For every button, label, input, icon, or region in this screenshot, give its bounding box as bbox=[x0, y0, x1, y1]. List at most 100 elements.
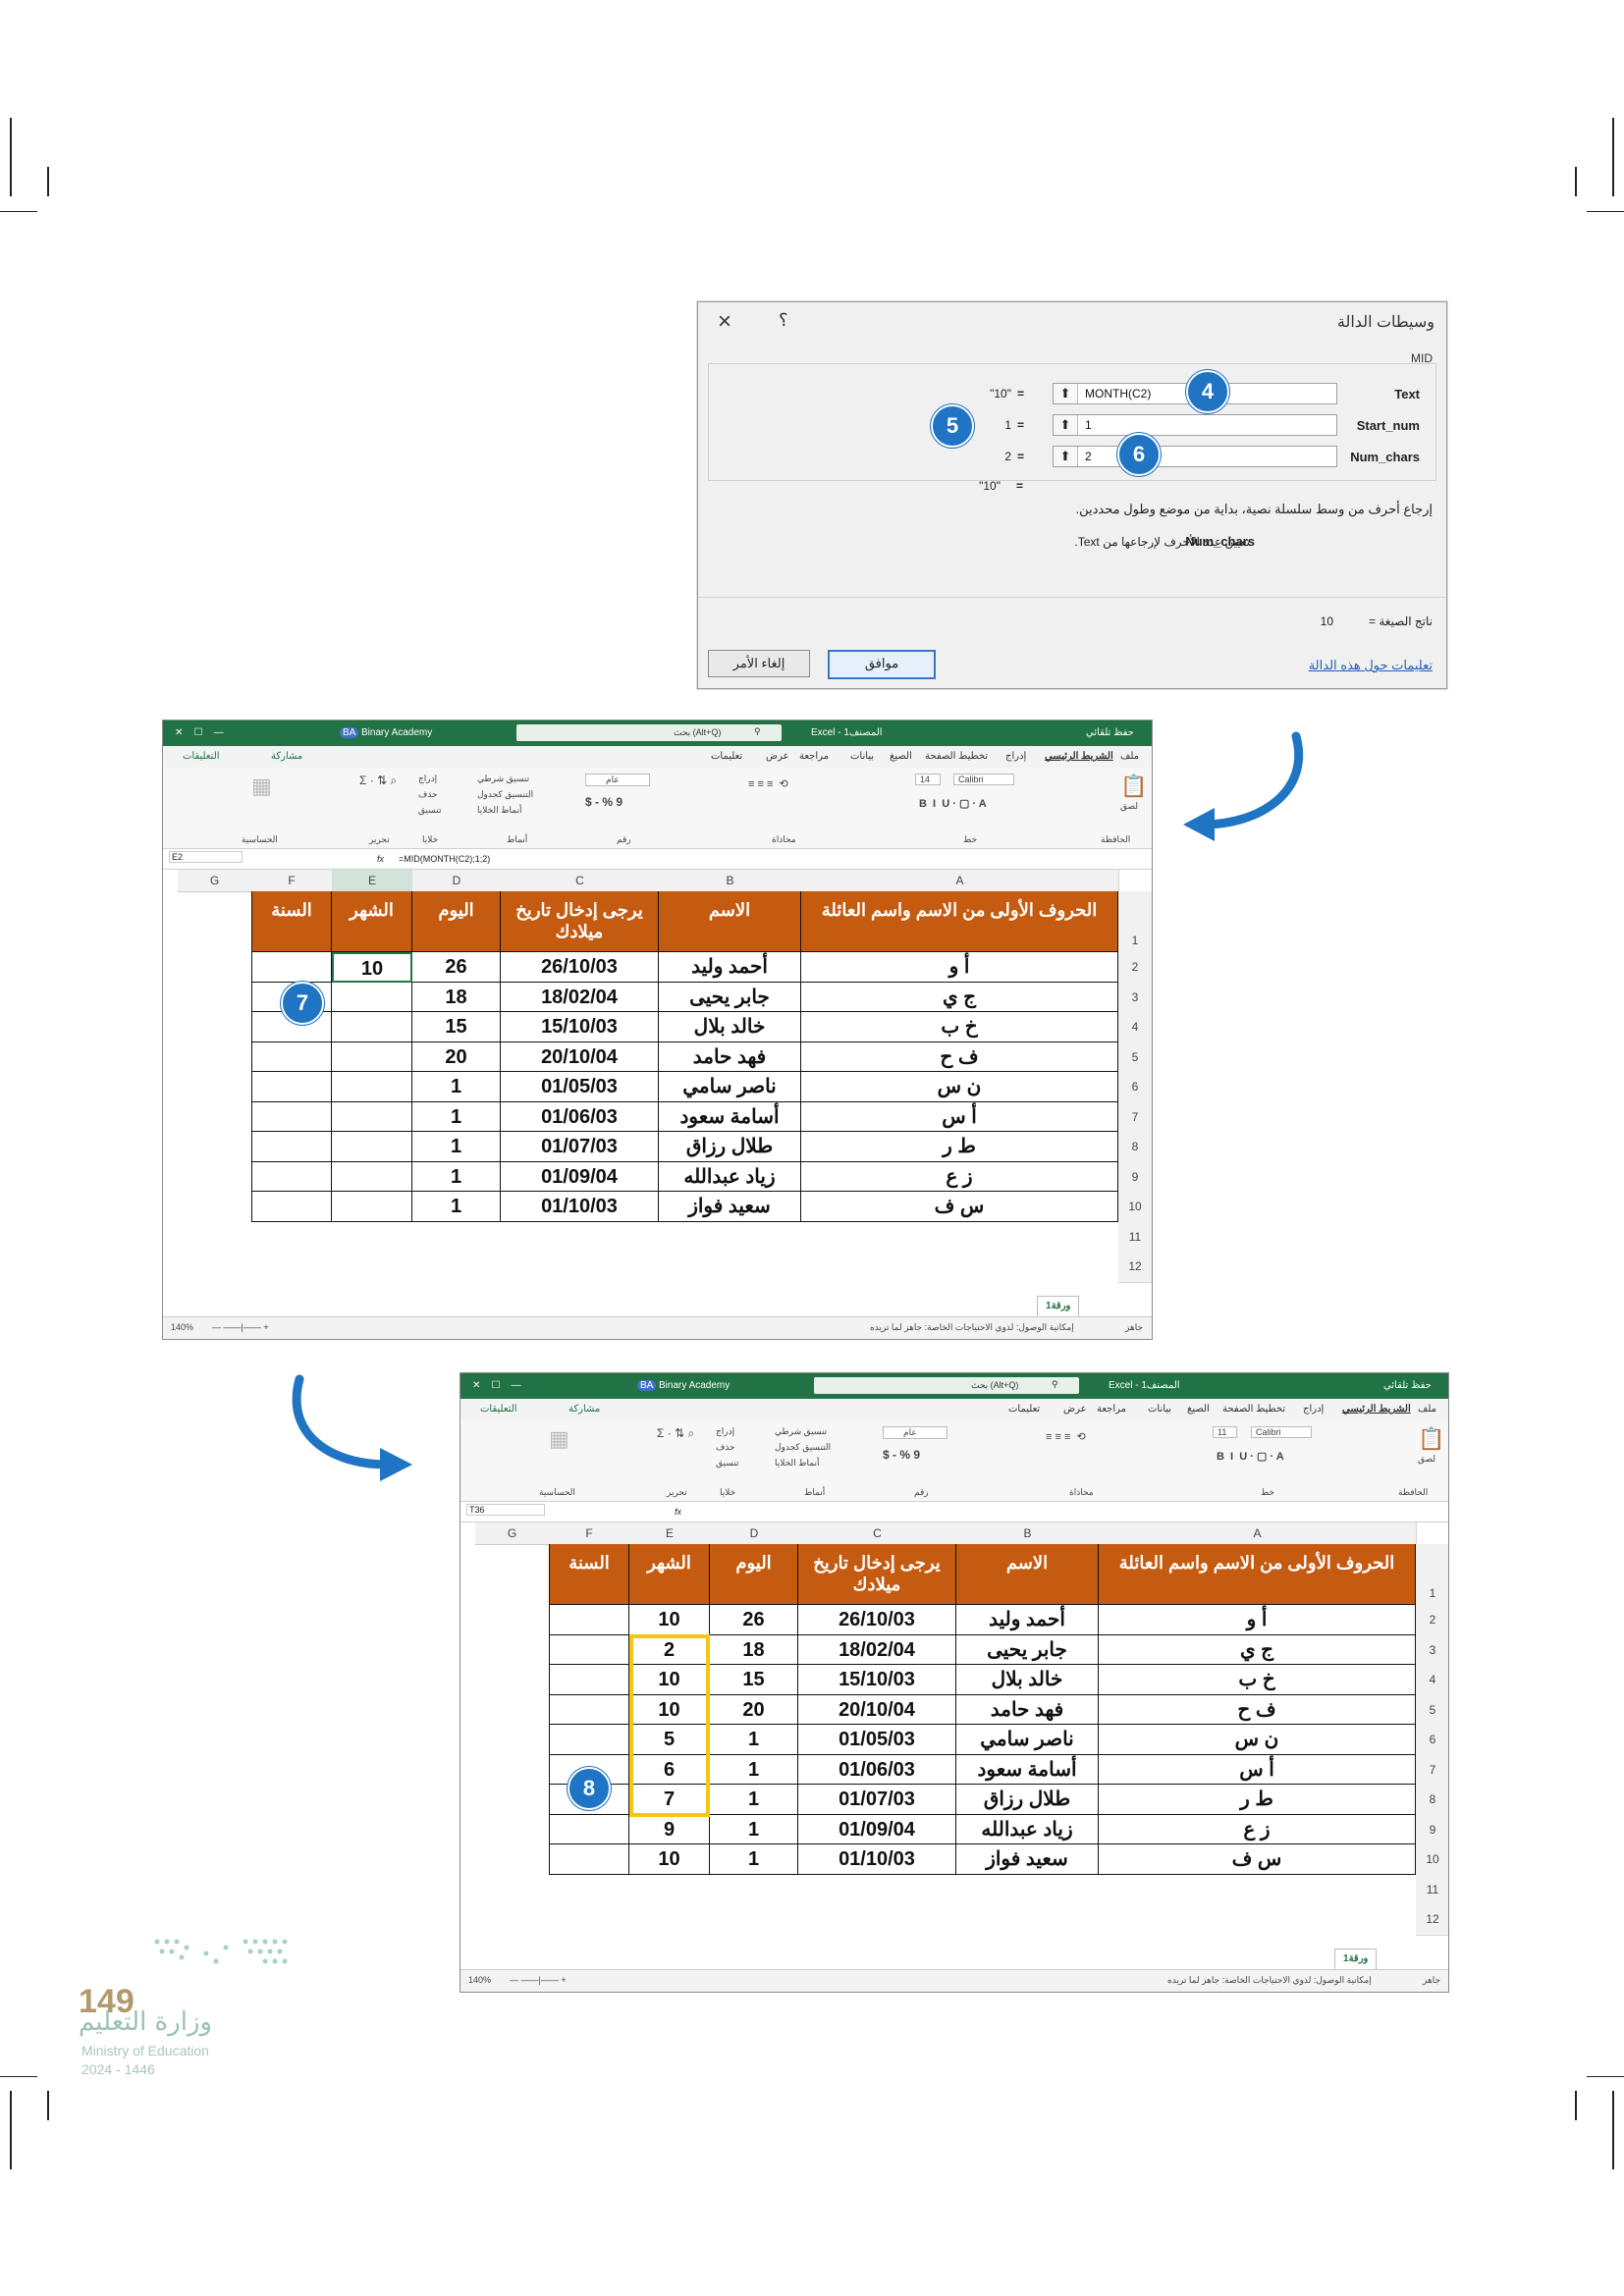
table-cell-c[interactable]: 15/10/03 bbox=[798, 1665, 956, 1695]
row-header[interactable]: 6 bbox=[1416, 1725, 1448, 1756]
tab-file[interactable]: ملف bbox=[1120, 751, 1139, 762]
cell-styles-button[interactable]: أنماط الخلايا bbox=[775, 1458, 819, 1468]
column-header-a[interactable]: A bbox=[1099, 1522, 1417, 1545]
search-box[interactable]: بحث (Alt+Q) ⚲ bbox=[814, 1377, 1079, 1394]
table-cell-a[interactable]: خ ب bbox=[1099, 1665, 1416, 1695]
table-cell-c[interactable]: 26/10/03 bbox=[798, 1605, 956, 1635]
table-cell-d[interactable]: 15 bbox=[412, 1012, 501, 1042]
table-cell-e[interactable] bbox=[332, 1161, 412, 1192]
table-cell-b[interactable]: زياد عبدالله bbox=[956, 1814, 1099, 1844]
tab-formulas[interactable]: الصيغ bbox=[890, 751, 912, 762]
table-cell-e[interactable] bbox=[332, 1041, 412, 1072]
table-cell-b[interactable]: فهد حامد bbox=[956, 1694, 1099, 1725]
table-cell-d[interactable]: 1 bbox=[412, 1132, 501, 1162]
table-cell-a[interactable]: خ ب bbox=[801, 1012, 1118, 1042]
table-cell-b[interactable]: أحمد وليد bbox=[659, 952, 801, 983]
table-cell-f[interactable] bbox=[549, 1725, 629, 1755]
table-cell-a[interactable]: أ و bbox=[801, 952, 1118, 983]
header-cell-f[interactable]: السنة bbox=[251, 891, 332, 952]
font-size-field[interactable]: 14 bbox=[915, 774, 942, 785]
row-header[interactable]: 5 bbox=[1118, 1041, 1152, 1073]
table-cell-f[interactable] bbox=[549, 1844, 629, 1875]
table-cell-a[interactable]: ج ي bbox=[801, 982, 1118, 1012]
table-cell-b[interactable]: ناصر سامي bbox=[659, 1072, 801, 1102]
table-cell-c[interactable]: 20/10/04 bbox=[798, 1694, 956, 1725]
header-cell-e[interactable]: الشهر bbox=[629, 1544, 710, 1605]
format-table-button[interactable]: التنسيق كجدول bbox=[477, 789, 533, 800]
table-cell-e[interactable]: 9 bbox=[629, 1814, 710, 1844]
table-cell-d[interactable]: 1 bbox=[412, 1192, 501, 1222]
sensitivity-icon[interactable]: ▦ bbox=[549, 1426, 569, 1452]
tab-review[interactable]: مراجعة bbox=[799, 751, 829, 762]
table-cell-e[interactable] bbox=[332, 982, 412, 1012]
number-format-field[interactable]: عام bbox=[883, 1426, 947, 1439]
column-header-b[interactable]: B bbox=[659, 870, 802, 892]
table-cell-a[interactable]: ط ر bbox=[1099, 1785, 1416, 1815]
window-controls[interactable]: ✕ ☐ — bbox=[175, 727, 224, 738]
window-controls[interactable]: ✕ ☐ — bbox=[472, 1380, 521, 1391]
table-cell-d[interactable]: 1 bbox=[710, 1814, 798, 1844]
delete-cells-button[interactable]: حذف bbox=[716, 1442, 735, 1453]
table-cell-f[interactable] bbox=[251, 1072, 332, 1102]
table-cell-a[interactable]: ن س bbox=[801, 1072, 1118, 1102]
share-button[interactable]: مشاركة bbox=[271, 751, 302, 762]
cancel-button[interactable]: إلغاء الأمر bbox=[708, 650, 810, 677]
table-cell-c[interactable]: 01/07/03 bbox=[798, 1785, 956, 1815]
row-header[interactable]: 12 bbox=[1416, 1904, 1448, 1936]
row-header[interactable]: 1 bbox=[1416, 1544, 1448, 1606]
table-cell-d[interactable]: 1 bbox=[412, 1161, 501, 1192]
cond-format-button[interactable]: تنسيق شرطي bbox=[775, 1426, 827, 1437]
table-cell-b[interactable]: سعيد فواز bbox=[956, 1844, 1099, 1875]
header-cell-a[interactable]: الحروف الأولى من الاسم واسم العائلة bbox=[1099, 1544, 1416, 1605]
help-icon[interactable]: ؟ bbox=[779, 310, 788, 331]
table-cell-a[interactable]: ن س bbox=[1099, 1725, 1416, 1755]
table-cell-d[interactable]: 1 bbox=[710, 1785, 798, 1815]
alignment-icons[interactable]: ≡ ≡ ≡ ⟲ bbox=[1046, 1430, 1086, 1443]
table-cell-d[interactable]: 18 bbox=[710, 1634, 798, 1665]
header-cell-f[interactable]: السنة bbox=[549, 1544, 629, 1605]
table-cell-f[interactable] bbox=[251, 1192, 332, 1222]
table-cell-e[interactable]: 10 bbox=[629, 1844, 710, 1875]
row-header[interactable]: 6 bbox=[1118, 1072, 1152, 1103]
tab-page-layout[interactable]: تخطيط الصفحة bbox=[925, 751, 988, 762]
table-cell-a[interactable]: ز ع bbox=[801, 1161, 1118, 1192]
table-cell-e[interactable] bbox=[332, 1132, 412, 1162]
comments-button[interactable]: التعليقات bbox=[480, 1404, 517, 1415]
sheet-tab[interactable]: ورقة1 bbox=[1037, 1296, 1080, 1317]
format-table-button[interactable]: التنسيق كجدول bbox=[775, 1442, 831, 1453]
row-header[interactable]: 1 bbox=[1118, 891, 1152, 953]
table-cell-a[interactable]: ط ر bbox=[801, 1132, 1118, 1162]
header-cell-a[interactable]: الحروف الأولى من الاسم واسم العائلة bbox=[801, 891, 1118, 952]
table-cell-d[interactable]: 18 bbox=[412, 982, 501, 1012]
table-cell-a[interactable]: ز ع bbox=[1099, 1814, 1416, 1844]
sheet-tab[interactable]: ورقة1 bbox=[1334, 1949, 1378, 1970]
table-cell-c[interactable]: 18/02/04 bbox=[501, 982, 659, 1012]
tab-help[interactable]: تعليمات bbox=[1008, 1404, 1040, 1415]
row-header[interactable]: 4 bbox=[1118, 1012, 1152, 1043]
column-header-e[interactable]: E bbox=[332, 870, 413, 892]
table-cell-a[interactable]: ف ح bbox=[801, 1041, 1118, 1072]
font-format-icons[interactable]: B I U · ▢ · A bbox=[1217, 1450, 1284, 1463]
table-cell-f[interactable] bbox=[549, 1605, 629, 1635]
table-cell-e[interactable] bbox=[332, 1192, 412, 1222]
insert-cells-button[interactable]: إدراج bbox=[716, 1426, 734, 1437]
table-cell-b[interactable]: أحمد وليد bbox=[956, 1605, 1099, 1635]
tab-data[interactable]: بيانات bbox=[1148, 1404, 1171, 1415]
collapse-dialog-icon[interactable]: ⬆ bbox=[1054, 447, 1078, 466]
table-cell-c[interactable]: 01/05/03 bbox=[501, 1072, 659, 1102]
column-header-c[interactable]: C bbox=[798, 1522, 957, 1545]
tab-review[interactable]: مراجعة bbox=[1097, 1404, 1126, 1415]
table-cell-b[interactable]: أسامة سعود bbox=[659, 1101, 801, 1132]
row-header[interactable]: 2 bbox=[1416, 1605, 1448, 1636]
table-cell-d[interactable]: 1 bbox=[710, 1844, 798, 1875]
table-cell-b[interactable]: فهد حامد bbox=[659, 1041, 801, 1072]
insert-cells-button[interactable]: إدراج bbox=[418, 774, 437, 784]
header-cell-b[interactable]: الاسم bbox=[956, 1544, 1099, 1605]
column-header-d[interactable]: D bbox=[412, 870, 502, 892]
table-cell-d[interactable]: 1 bbox=[412, 1072, 501, 1102]
table-cell-a[interactable]: ج ي bbox=[1099, 1634, 1416, 1665]
paste-icon[interactable]: 📋 bbox=[1120, 774, 1147, 799]
share-button[interactable]: مشاركة bbox=[568, 1404, 600, 1415]
comments-button[interactable]: التعليقات bbox=[183, 751, 220, 762]
table-cell-f[interactable] bbox=[251, 1101, 332, 1132]
